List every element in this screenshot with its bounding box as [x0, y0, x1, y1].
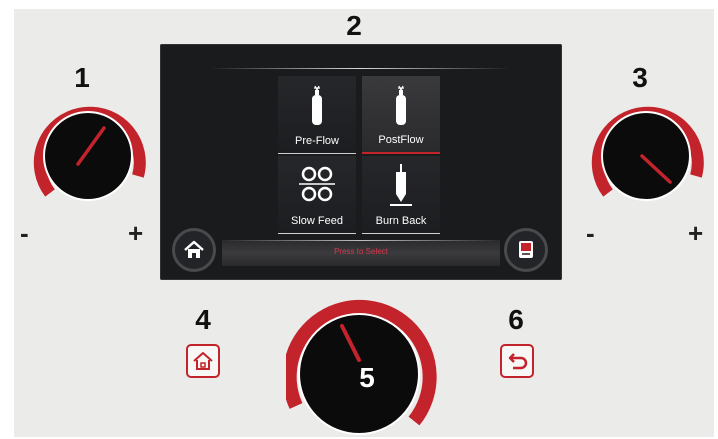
- status-bar: Press to Select: [222, 240, 500, 266]
- right-knob-minus-sign: -: [586, 218, 595, 248]
- home-icon: [193, 352, 213, 370]
- label-home-button-number: 4: [195, 304, 211, 335]
- screen-home-button[interactable]: [172, 228, 216, 272]
- hardware-home-button[interactable]: [186, 344, 220, 378]
- home-icon: [184, 240, 204, 258]
- label-knob-right-number: 3: [632, 62, 648, 93]
- label-screen-number: 2: [346, 10, 362, 41]
- status-text: Press to Select: [334, 247, 388, 256]
- left-knob-plus-sign: +: [128, 218, 144, 248]
- wire-spools-icon: [278, 162, 356, 210]
- tile-slow-feed-label: Slow Feed: [291, 215, 343, 227]
- tile-slow-feed[interactable]: Slow Feed: [278, 156, 356, 234]
- torch-icon: [362, 162, 440, 210]
- gas-cylinder-icon: [362, 82, 440, 130]
- tile-pre-flow[interactable]: Pre-Flow: [278, 76, 356, 154]
- right-knob[interactable]: [586, 98, 712, 208]
- screen-device-button[interactable]: [504, 228, 548, 272]
- tile-postflow[interactable]: PostFlow: [362, 76, 440, 154]
- lcd-screen: Pre-Flow PostFlow Slow Feed Burn Back Pr…: [160, 44, 562, 280]
- tile-postflow-label: PostFlow: [378, 134, 424, 146]
- right-knob-plus-sign: +: [688, 218, 704, 248]
- gas-cylinder-icon: [278, 82, 356, 130]
- label-back-button-number: 6: [508, 304, 524, 335]
- label-main-knob-number: 5: [359, 362, 375, 393]
- tile-burn-back-label: Burn Back: [375, 215, 427, 227]
- right-knob-dial[interactable]: [601, 111, 691, 201]
- hardware-back-button[interactable]: [500, 344, 534, 378]
- status-bar-divider: [222, 240, 500, 241]
- tile-burn-back[interactable]: Burn Back: [362, 156, 440, 234]
- tile-pre-flow-label: Pre-Flow: [294, 135, 339, 147]
- label-knob-left-number: 1: [74, 62, 90, 93]
- left-knob[interactable]: [28, 98, 154, 208]
- screen-top-divider: [210, 68, 510, 69]
- left-knob-dial[interactable]: [43, 111, 133, 201]
- back-arrow-icon: [508, 353, 528, 370]
- device-icon: [519, 241, 533, 258]
- left-knob-minus-sign: -: [20, 218, 29, 248]
